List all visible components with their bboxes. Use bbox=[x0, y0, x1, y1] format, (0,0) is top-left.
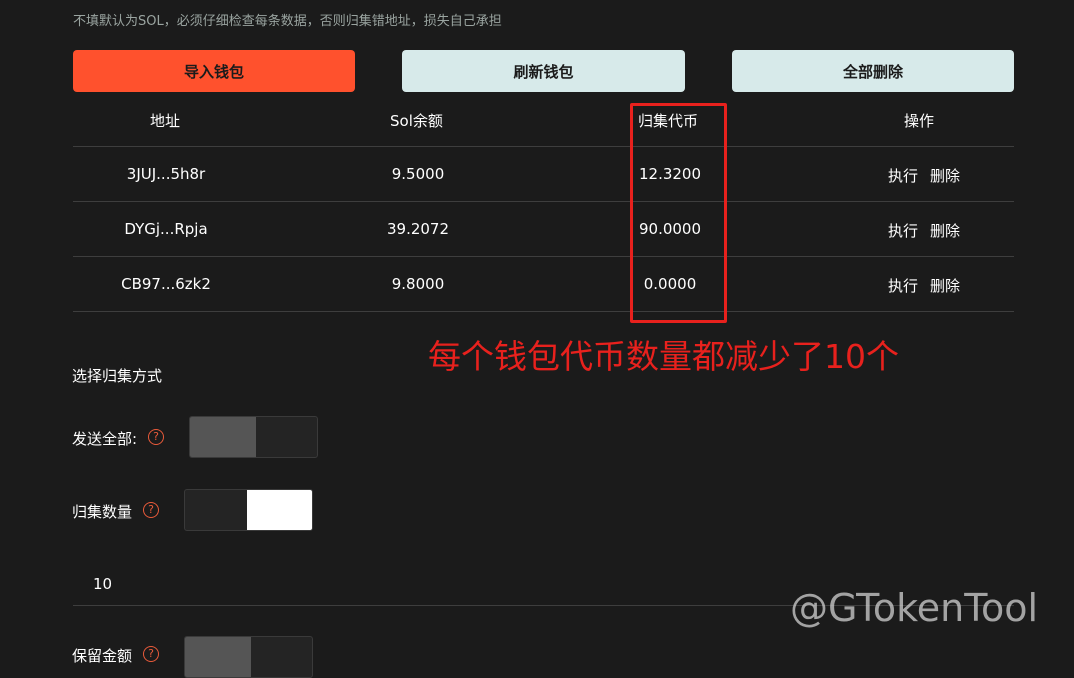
annotation-text: 每个钱包代币数量都减少了10个 bbox=[428, 337, 899, 376]
truncated-toggle[interactable] bbox=[184, 636, 313, 678]
delete-link[interactable]: 删除 bbox=[930, 165, 960, 186]
collect-amount-label: 归集数量 bbox=[72, 503, 133, 521]
refresh-wallet-button[interactable]: 刷新钱包 bbox=[402, 50, 685, 92]
execute-link[interactable]: 执行 bbox=[888, 165, 918, 186]
header-actions: 操作 bbox=[904, 112, 935, 130]
cell-address: CB97...6zk2 bbox=[121, 275, 211, 293]
delete-link[interactable]: 删除 bbox=[930, 220, 960, 241]
cell-sol-balance: 39.2072 bbox=[386, 220, 450, 238]
toggle-knob bbox=[190, 417, 256, 457]
send-all-toggle[interactable] bbox=[189, 416, 318, 458]
execute-link[interactable]: 执行 bbox=[888, 275, 918, 296]
toggle-knob bbox=[247, 490, 312, 530]
toggle-knob bbox=[185, 637, 251, 677]
collect-amount-toggle[interactable] bbox=[184, 489, 313, 531]
delete-link[interactable]: 删除 bbox=[930, 275, 960, 296]
help-icon[interactable]: ? bbox=[143, 502, 159, 518]
row-divider bbox=[73, 146, 1014, 147]
help-icon[interactable]: ? bbox=[143, 646, 159, 662]
execute-link[interactable]: 执行 bbox=[888, 220, 918, 241]
import-wallet-button[interactable]: 导入钱包 bbox=[73, 50, 355, 92]
row-divider bbox=[73, 256, 1014, 257]
help-icon[interactable]: ? bbox=[148, 429, 164, 445]
hint-text: 不填默认为SOL，必须仔细检查每条数据，否则归集错地址，损失自己承担 bbox=[73, 14, 502, 29]
row-divider bbox=[73, 311, 1014, 312]
header-sol-balance: Sol余额 bbox=[390, 112, 443, 130]
send-all-label: 发送全部: bbox=[72, 430, 138, 448]
cell-address: DYGj...Rpja bbox=[124, 220, 208, 238]
section-title: 选择归集方式 bbox=[72, 367, 163, 385]
truncated-label: 保留金额 bbox=[72, 647, 133, 665]
cell-sol-balance: 9.8000 bbox=[391, 275, 445, 293]
delete-all-button[interactable]: 全部删除 bbox=[732, 50, 1014, 92]
cell-address: 3JUJ...5h8r bbox=[126, 165, 206, 183]
cell-sol-balance: 9.5000 bbox=[391, 165, 445, 183]
highlight-box bbox=[630, 103, 727, 323]
header-address: 地址 bbox=[150, 112, 181, 130]
row-divider bbox=[73, 201, 1014, 202]
watermark: @GTokenTool bbox=[790, 586, 1039, 630]
amount-input[interactable]: 10 bbox=[93, 575, 112, 593]
